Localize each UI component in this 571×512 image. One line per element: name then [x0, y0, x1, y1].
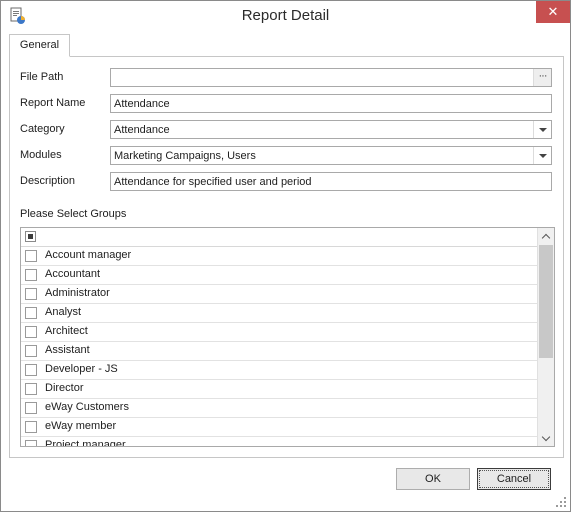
title-bar: Report Detail ✕ [1, 1, 570, 31]
checkbox[interactable] [25, 402, 37, 414]
list-item-label: Administrator [45, 287, 110, 299]
dropdown-arrow-icon [538, 127, 547, 132]
list-item-label: Project manager [45, 439, 126, 447]
browse-button[interactable]: ··· [533, 69, 551, 86]
scroll-down-button[interactable] [538, 430, 554, 446]
groups-list[interactable]: Account manager Accountant Administrator… [20, 227, 555, 447]
groups-rows: Account manager Accountant Administrator… [21, 247, 537, 447]
modules-label: Modules [20, 149, 62, 161]
ok-button[interactable]: OK [396, 468, 470, 490]
general-tab-panel: File Path ··· Report Name Attendance Cat… [9, 56, 564, 458]
list-item[interactable]: Assistant [21, 342, 537, 361]
report-name-value: Attendance [114, 98, 170, 110]
list-item-label: eWay Customers [45, 401, 129, 413]
list-item-label: Architect [45, 325, 88, 337]
resize-grip-icon[interactable] [556, 497, 566, 507]
category-label: Category [20, 123, 65, 135]
checkbox[interactable] [25, 326, 37, 338]
list-item[interactable]: eWay Customers [21, 399, 537, 418]
list-item[interactable]: Administrator [21, 285, 537, 304]
checkbox[interactable] [25, 383, 37, 395]
groups-list-header [21, 228, 537, 247]
report-name-label: Report Name [20, 97, 86, 109]
checkbox[interactable] [25, 307, 37, 319]
checkbox[interactable] [25, 250, 37, 262]
select-all-checkbox[interactable] [25, 231, 36, 242]
category-dropdown-button[interactable] [533, 121, 551, 138]
description-value: Attendance for specified user and period [114, 176, 312, 188]
tab-strip: General [9, 34, 564, 57]
close-button[interactable]: ✕ [536, 1, 570, 23]
modules-value: Marketing Campaigns, Users [114, 150, 256, 162]
dropdown-arrow-icon [538, 153, 547, 158]
scroll-up-button[interactable] [538, 228, 554, 244]
checkbox[interactable] [25, 421, 37, 433]
list-item[interactable]: eWay member [21, 418, 537, 437]
checkbox[interactable] [25, 288, 37, 300]
list-item[interactable]: Project manager [21, 437, 537, 447]
scroll-thumb[interactable] [539, 245, 553, 358]
groups-label: Please Select Groups [20, 208, 127, 220]
category-dropdown[interactable]: Attendance [110, 120, 552, 139]
modules-dropdown[interactable]: Marketing Campaigns, Users [110, 146, 552, 165]
list-item[interactable]: Developer - JS [21, 361, 537, 380]
chevron-up-icon [541, 233, 551, 242]
list-item[interactable]: Analyst [21, 304, 537, 323]
modules-dropdown-button[interactable] [533, 147, 551, 164]
file-path-field[interactable]: ··· [110, 68, 552, 87]
category-value: Attendance [114, 124, 170, 136]
list-item-label: Account manager [45, 249, 132, 261]
checkbox[interactable] [25, 345, 37, 357]
tab-general[interactable]: General [9, 34, 70, 57]
list-item[interactable]: Director [21, 380, 537, 399]
report-name-field[interactable]: Attendance [110, 94, 552, 113]
chevron-down-icon [541, 432, 551, 441]
checkbox[interactable] [25, 364, 37, 376]
description-label: Description [20, 175, 76, 187]
close-icon: ✕ [547, 4, 559, 19]
list-item[interactable]: Account manager [21, 247, 537, 266]
list-item-label: Director [45, 382, 84, 394]
list-item[interactable]: Architect [21, 323, 537, 342]
list-item-label: Analyst [45, 306, 82, 318]
list-item-label: Assistant [45, 344, 90, 356]
groups-scrollbar[interactable] [537, 228, 554, 446]
file-path-label: File Path [20, 71, 64, 83]
list-item-label: Developer - JS [45, 363, 118, 375]
description-field[interactable]: Attendance for specified user and period [110, 172, 552, 191]
checkbox[interactable] [25, 269, 37, 281]
checkbox[interactable] [25, 440, 37, 446]
list-item[interactable]: Accountant [21, 266, 537, 285]
list-item-label: Accountant [45, 268, 101, 280]
cancel-button[interactable]: Cancel [477, 468, 551, 490]
window-title: Report Detail [241, 7, 330, 24]
report-detail-window: Report Detail ✕ General File Path ··· Re… [0, 0, 571, 512]
list-item-label: eWay member [45, 420, 117, 432]
ellipsis-icon: ··· [538, 70, 548, 82]
